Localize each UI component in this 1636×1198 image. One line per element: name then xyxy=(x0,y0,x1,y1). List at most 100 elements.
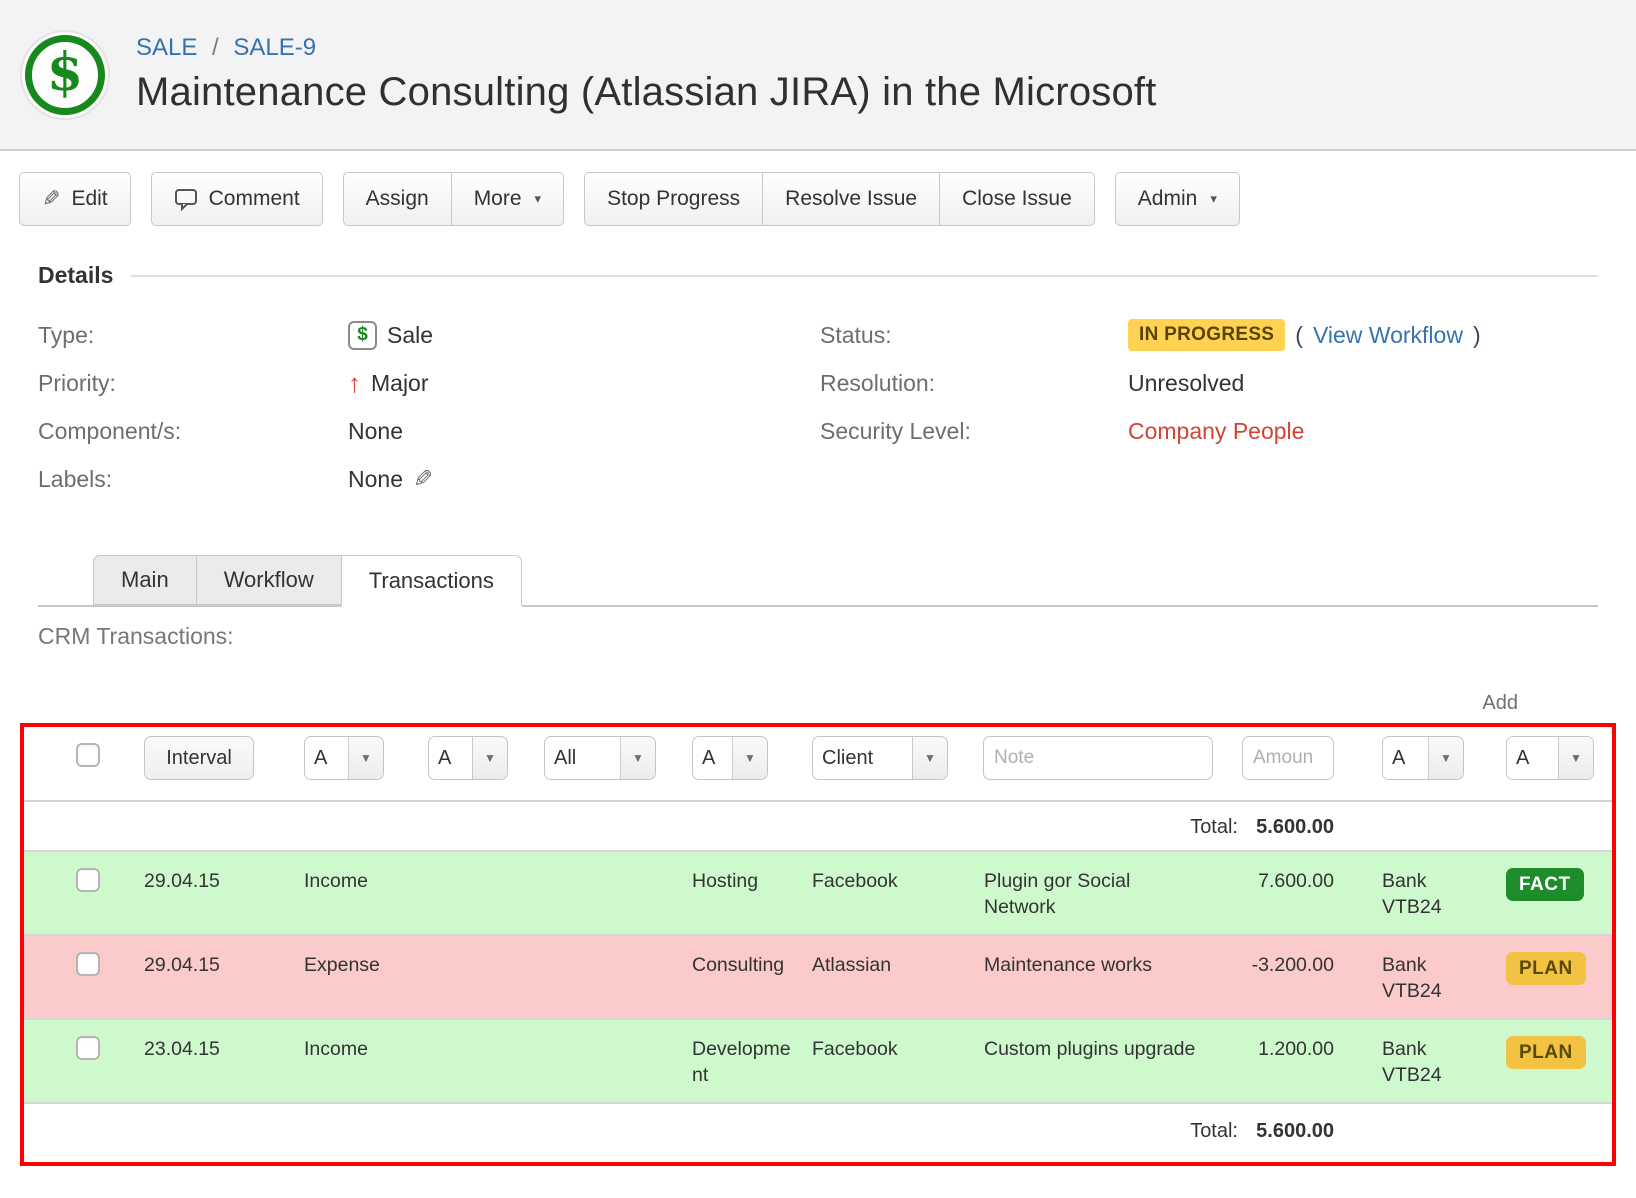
field-resolution: Resolution: Unresolved xyxy=(820,359,1598,407)
labels-label: Labels: xyxy=(38,466,348,493)
stop-progress-button[interactable]: Stop Progress xyxy=(584,172,763,226)
priority-major-icon: ↑ xyxy=(348,370,361,396)
transaction-client: Atlassian xyxy=(792,952,952,978)
field-labels: Labels: None ✎ xyxy=(38,455,820,503)
type-label: Type: xyxy=(38,322,348,349)
priority-label: Priority: xyxy=(38,370,348,397)
tab-transactions[interactable]: Transactions xyxy=(341,555,522,607)
total-value: 5.600.00 xyxy=(1204,814,1340,840)
admin-button-label: Admin xyxy=(1138,187,1198,211)
transaction-note: Maintenance works xyxy=(952,952,1204,978)
details-heading: Details xyxy=(38,262,113,289)
bank-filter-select[interactable]: A ▼ xyxy=(1382,736,1464,780)
comment-icon xyxy=(174,187,198,211)
select-all-checkbox[interactable] xyxy=(76,743,100,767)
select-value: A xyxy=(1507,737,1559,779)
details-divider xyxy=(131,275,1598,277)
category-filter-select[interactable]: A ▼ xyxy=(692,736,768,780)
select-value: A xyxy=(1383,737,1429,779)
stop-progress-label: Stop Progress xyxy=(607,187,740,211)
select-value: A xyxy=(429,737,473,779)
workflow-actions-group: Stop Progress Resolve Issue Close Issue xyxy=(584,172,1095,226)
select-value: A xyxy=(305,737,349,779)
chevron-down-icon: ▼ xyxy=(473,737,507,779)
transaction-state-badge: PLAN xyxy=(1506,1036,1586,1069)
row-checkbox[interactable] xyxy=(76,868,100,892)
transaction-row: 29.04.15 Income Hosting Facebook Plugin … xyxy=(24,850,1612,934)
components-value: None xyxy=(348,418,403,445)
row-checkbox[interactable] xyxy=(76,952,100,976)
tab-workflow[interactable]: Workflow xyxy=(196,555,342,605)
labels-value: None xyxy=(348,466,403,493)
security-level-label: Security Level: xyxy=(820,418,1128,445)
row-checkbox[interactable] xyxy=(76,1036,100,1060)
resolve-issue-button[interactable]: Resolve Issue xyxy=(763,172,940,226)
filter-row: Interval A ▼ A ▼ All ▼ A ▼ xyxy=(24,727,1612,802)
assign-button-label: Assign xyxy=(366,187,429,211)
transaction-amount: 7.600.00 xyxy=(1204,868,1340,894)
assign-button[interactable]: Assign xyxy=(343,172,452,226)
status-label: Status: xyxy=(820,322,1128,349)
total-value: 5.600.00 xyxy=(1204,1118,1340,1144)
transaction-note: Custom plugins upgrade xyxy=(952,1036,1204,1062)
transaction-client: Facebook xyxy=(792,868,952,894)
type-filter-select[interactable]: A ▼ xyxy=(304,736,384,780)
transaction-type: Income xyxy=(284,1036,408,1062)
transaction-state-badge: PLAN xyxy=(1506,952,1586,985)
admin-button[interactable]: Admin ▾ xyxy=(1115,172,1240,226)
security-level-value: Company People xyxy=(1128,418,1304,445)
toolbar: ✎ Edit Comment Assign More ▾ Stop Progre… xyxy=(19,172,1636,226)
select-value: All xyxy=(545,737,621,779)
breadcrumb-issue-link[interactable]: SALE-9 xyxy=(233,34,316,61)
filter3-select[interactable]: All ▼ xyxy=(544,736,656,780)
close-issue-button[interactable]: Close Issue xyxy=(940,172,1095,226)
field-components: Component/s: None xyxy=(38,407,820,455)
chevron-down-icon: ▼ xyxy=(621,737,655,779)
filter2-select[interactable]: A ▼ xyxy=(428,736,508,780)
issue-header: $ SALE / SALE-9 Maintenance Consulting (… xyxy=(0,0,1636,151)
breadcrumb: SALE / SALE-9 xyxy=(136,34,1157,62)
comment-button[interactable]: Comment xyxy=(151,172,323,226)
pencil-icon: ✎ xyxy=(42,186,60,212)
select-value: Client xyxy=(813,737,913,779)
chevron-down-icon: ▾ xyxy=(535,191,542,207)
edit-labels-icon[interactable]: ✎ xyxy=(413,465,433,494)
more-button-label: More xyxy=(474,187,522,211)
transaction-note: Plugin gor Social Network xyxy=(952,868,1204,920)
total-row-bottom: Total: 5.600.00 xyxy=(24,1102,1612,1162)
amount-filter-input[interactable] xyxy=(1242,736,1334,780)
transaction-date: 29.04.15 xyxy=(120,868,284,894)
select-value: A xyxy=(693,737,733,779)
transaction-bank: Bank VTB24 xyxy=(1340,1036,1464,1088)
state-filter-select[interactable]: A ▼ xyxy=(1506,736,1594,780)
sale-type-icon: $ xyxy=(348,321,377,350)
crm-transactions-label: CRM Transactions: xyxy=(38,623,1636,650)
breadcrumb-project-link[interactable]: SALE xyxy=(136,34,197,61)
interval-filter-button[interactable]: Interval xyxy=(144,736,254,780)
transaction-state-badge: FACT xyxy=(1506,868,1584,901)
type-value: Sale xyxy=(387,322,433,349)
transaction-bank: Bank VTB24 xyxy=(1340,868,1464,920)
transaction-bank: Bank VTB24 xyxy=(1340,952,1464,1004)
edit-button[interactable]: ✎ Edit xyxy=(19,172,131,226)
total-label: Total: xyxy=(24,1118,1238,1144)
dollar-icon: $ xyxy=(25,35,105,115)
chevron-down-icon: ▼ xyxy=(733,737,767,779)
transaction-amount: -3.200.00 xyxy=(1204,952,1340,978)
field-type: Type: $ Sale xyxy=(38,311,820,359)
resolution-label: Resolution: xyxy=(820,370,1128,397)
assign-more-group: Assign More ▾ xyxy=(343,172,564,226)
chevron-down-icon: ▼ xyxy=(349,737,383,779)
client-filter-select[interactable]: Client ▼ xyxy=(812,736,948,780)
tab-main[interactable]: Main xyxy=(93,555,197,605)
transaction-category: Development xyxy=(672,1036,792,1088)
chevron-down-icon: ▼ xyxy=(1559,737,1593,779)
note-filter-input[interactable] xyxy=(983,736,1213,780)
breadcrumb-separator: / xyxy=(212,34,219,61)
more-button[interactable]: More ▾ xyxy=(452,172,564,226)
edit-button-label: Edit xyxy=(71,187,107,211)
view-workflow-link[interactable]: View Workflow xyxy=(1313,322,1463,349)
add-transaction-link[interactable]: Add xyxy=(1482,692,1518,714)
chevron-down-icon: ▼ xyxy=(1429,737,1463,779)
transaction-row: 29.04.15 Expense Consulting Atlassian Ma… xyxy=(24,934,1612,1018)
